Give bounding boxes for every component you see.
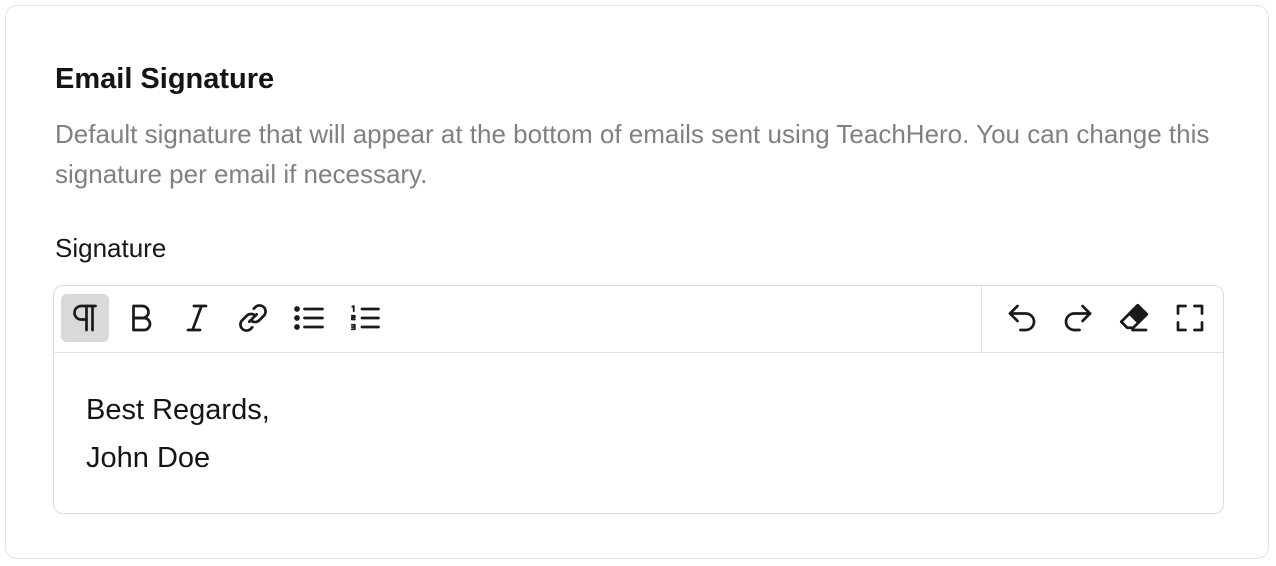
link-icon bbox=[239, 304, 267, 332]
toolbar-format-group bbox=[61, 294, 389, 342]
undo-icon bbox=[1008, 304, 1036, 332]
section-title: Email Signature bbox=[55, 63, 275, 95]
italic-icon bbox=[186, 304, 208, 332]
toolbar-history-group bbox=[981, 286, 1223, 352]
signature-content-area[interactable]: Best Regards, John Doe bbox=[86, 386, 1203, 482]
bold-icon bbox=[132, 304, 152, 332]
section-description: Default signature that will appear at th… bbox=[55, 119, 1210, 189]
email-signature-card: Email Signature Default signature that w… bbox=[5, 5, 1269, 559]
paragraph-icon bbox=[73, 304, 97, 332]
redo-button[interactable] bbox=[1054, 294, 1102, 342]
numbered-list-icon bbox=[350, 305, 380, 331]
numbered-list-button[interactable] bbox=[341, 294, 389, 342]
bullet-list-button[interactable] bbox=[285, 294, 333, 342]
fullscreen-icon bbox=[1176, 304, 1204, 332]
signature-line: Best Regards, bbox=[86, 394, 270, 426]
redo-icon bbox=[1064, 304, 1092, 332]
editor-toolbar bbox=[54, 286, 1223, 353]
paragraph-button[interactable] bbox=[61, 294, 109, 342]
signature-line: John Doe bbox=[86, 442, 211, 474]
signature-field-label: Signature bbox=[55, 233, 167, 263]
bold-button[interactable] bbox=[117, 294, 165, 342]
fullscreen-button[interactable] bbox=[1166, 294, 1214, 342]
undo-button[interactable] bbox=[998, 294, 1046, 342]
clear-formatting-icon bbox=[1119, 303, 1149, 332]
signature-editor: Best Regards, John Doe bbox=[53, 285, 1224, 514]
bullet-list-icon bbox=[294, 306, 324, 330]
link-button[interactable] bbox=[229, 294, 277, 342]
clear-formatting-button[interactable] bbox=[1110, 294, 1158, 342]
italic-button[interactable] bbox=[173, 294, 221, 342]
